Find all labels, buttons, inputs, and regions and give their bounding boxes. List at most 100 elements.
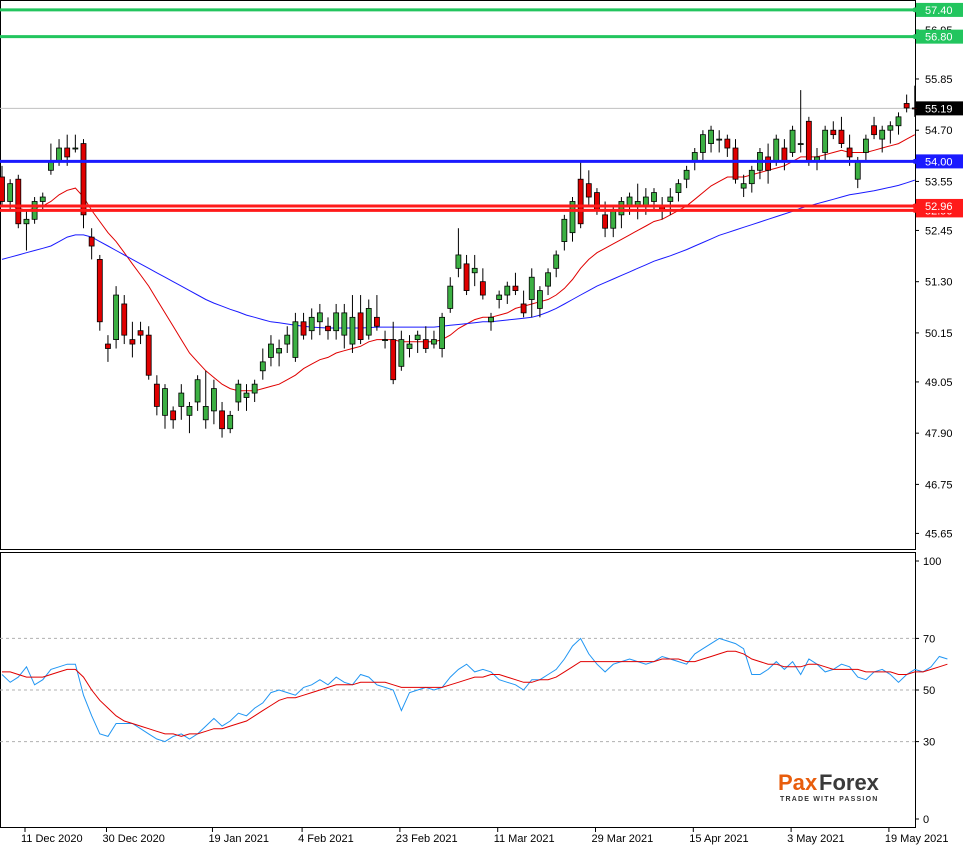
candle-body-down (479, 281, 486, 296)
logo-text-x: x (805, 770, 818, 795)
candle-body-down (357, 312, 364, 341)
candle-body-down (129, 339, 136, 345)
candle-body-up (789, 129, 796, 153)
level-label: 57.40 (925, 5, 953, 17)
candle-body-up (113, 294, 119, 341)
candle-body-up (333, 312, 340, 332)
candle-body-down (300, 321, 307, 336)
candle-body-up (675, 183, 682, 193)
date-tick-label: 3 May 2021 (787, 833, 844, 845)
oscillator-tick-label: 50 (923, 685, 935, 697)
candle-body-up (496, 294, 503, 300)
candle (15, 174, 22, 229)
candle-body-up (431, 339, 437, 345)
date-tick-label: 11 Mar 2021 (494, 833, 555, 845)
candle-body-up (748, 169, 755, 185)
candle-body-up (276, 348, 283, 354)
candle-body-down (512, 285, 519, 291)
date-tick-label: 19 May 2021 (885, 833, 949, 845)
logo-text-left: Pa (778, 770, 806, 795)
candle-body-up (854, 160, 861, 180)
date-tick-label: 29 Mar 2021 (592, 833, 654, 845)
candle-body-up (610, 209, 617, 229)
candle-body-down (96, 259, 103, 323)
candle-body-up (349, 316, 356, 345)
candle-body-up (382, 339, 388, 342)
candle-body-down (88, 236, 95, 247)
candle-body-down (121, 303, 128, 336)
candle-body-up (235, 383, 242, 403)
candle-body-down (732, 147, 739, 180)
oscillator-tick-label: 100 (923, 556, 941, 568)
candle-body-up (268, 343, 274, 358)
candle-body-up (879, 129, 886, 140)
price-tick-label: 53.55 (925, 176, 953, 188)
candle-body-up (488, 316, 494, 323)
candle-body-down (724, 138, 731, 149)
candle-body-up (292, 321, 299, 358)
candle-body-down (765, 156, 771, 171)
candle-body-down (520, 303, 527, 314)
candle-body-up (414, 334, 421, 341)
candle-body-up (773, 138, 780, 162)
candle-body-up (406, 343, 413, 349)
candle-body-up (822, 129, 829, 153)
logo-text-right: Forex (819, 770, 880, 795)
candle-body-up (227, 414, 234, 430)
paxforex-logo: Pa x Forex TRADE WITH PASSION (778, 770, 880, 803)
price-tick-label: 47.90 (925, 428, 953, 440)
price-tick-label: 49.05 (925, 377, 953, 389)
logo-tagline: TRADE WITH PASSION (780, 796, 878, 803)
candle-body-down (781, 147, 788, 162)
date-tick-label: 19 Jan 2021 (208, 833, 269, 845)
candle-body-up (716, 138, 723, 141)
candle-body-down (0, 176, 5, 202)
candle-body-down (153, 383, 160, 407)
candle-body-up (447, 285, 454, 309)
candle-body-down (602, 214, 608, 229)
candle-body-up (700, 134, 706, 153)
candle-body-down (805, 120, 812, 162)
date-tick-label: 23 Feb 2021 (396, 833, 458, 845)
candle-body-up (162, 388, 168, 416)
candle-body-up (202, 406, 209, 421)
candle-body-down (325, 325, 331, 332)
candle-body-up (186, 406, 193, 416)
chart-canvas: 56.9555.8554.7053.5552.4551.3050.1549.05… (0, 0, 963, 845)
oscillator-tick-label: 0 (923, 814, 929, 826)
candle-body-up (455, 254, 462, 269)
candle-body-up (797, 143, 804, 145)
level-label: 54.00 (925, 156, 953, 168)
oscillator-tick-label: 70 (923, 633, 935, 645)
candle (80, 139, 87, 229)
candle-body-down (137, 330, 144, 336)
price-tick-label: 46.75 (925, 479, 953, 491)
candle (789, 125, 796, 157)
candle-body-up (259, 361, 266, 372)
date-tick-label: 4 Feb 2021 (298, 833, 354, 845)
candle-body-up (895, 116, 902, 127)
candle-body-down (373, 316, 380, 327)
level-label: 56.80 (925, 32, 953, 44)
candle-body-up (439, 316, 446, 349)
price-tick-label: 51.30 (925, 277, 953, 289)
candle-body-up (553, 254, 560, 269)
date-tick-label: 15 Apr 2021 (689, 833, 748, 845)
candle-body-up (740, 183, 747, 189)
candle-body-down (219, 410, 225, 430)
candle-body-up (528, 276, 535, 300)
date-tick-label: 30 Dec 2020 (103, 833, 165, 845)
candle-body-down (903, 103, 910, 109)
candle-body-up (708, 129, 714, 144)
candle-body-down (846, 147, 853, 158)
candle-body-up (72, 147, 79, 150)
candle-body-up (561, 218, 568, 242)
candle-body-up (284, 334, 291, 345)
price-tick-label: 55.85 (925, 74, 953, 86)
candle-body-down (838, 129, 845, 144)
candle-body-up (537, 290, 543, 309)
oscillator-axis: 100 70 50 30 0 (915, 556, 941, 826)
candle-body-down (170, 410, 177, 421)
candle-body-down (390, 339, 397, 381)
candle-body-down (594, 192, 600, 211)
